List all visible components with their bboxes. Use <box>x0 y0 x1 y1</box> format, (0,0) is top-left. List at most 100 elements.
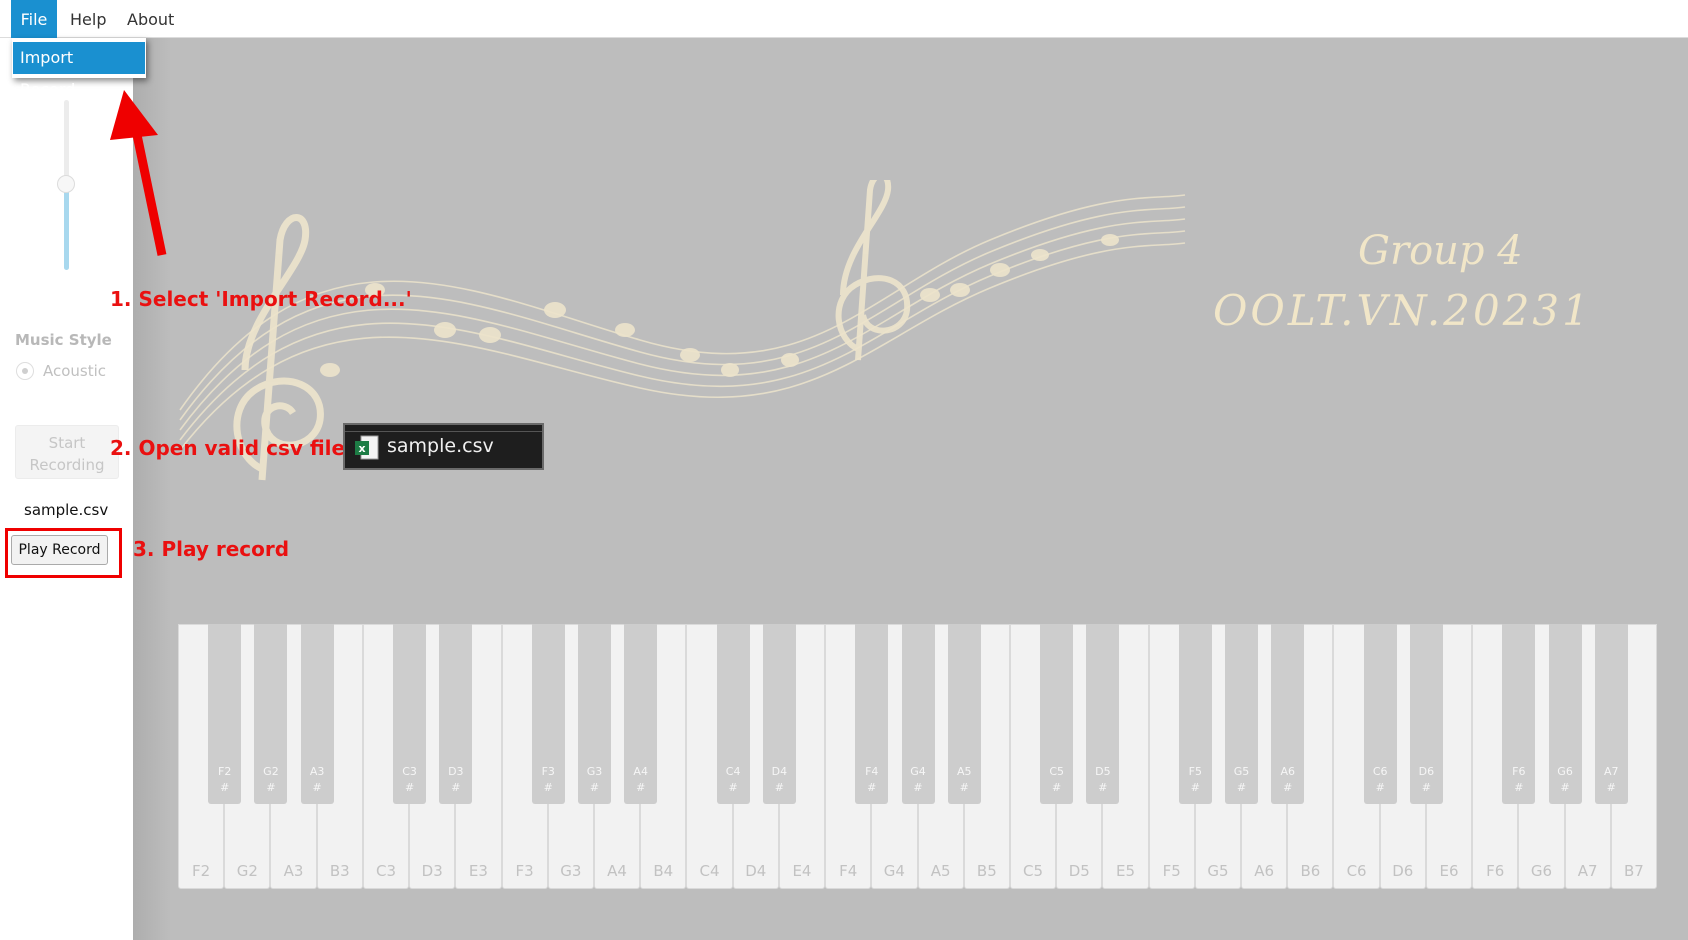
sharp-symbol: # <box>1283 781 1293 794</box>
black-key-label: D6 <box>1418 765 1435 778</box>
black-key[interactable]: D5 # <box>1086 624 1120 804</box>
black-key[interactable]: A3 # <box>300 624 334 804</box>
black-key[interactable]: G4 # <box>901 624 935 804</box>
white-key-label: A5 <box>930 862 951 880</box>
black-key-label: G2 <box>263 765 279 778</box>
black-key[interactable]: C4 # <box>716 624 750 804</box>
sharp-symbol: # <box>1052 781 1062 794</box>
black-key[interactable]: A4 # <box>624 624 658 804</box>
csv-tile-top-edge <box>345 425 542 432</box>
white-key-label: C6 <box>1346 862 1367 880</box>
sharp-symbol: # <box>774 781 784 794</box>
black-key-label: D3 <box>448 765 464 778</box>
sharp-symbol: # <box>220 781 230 794</box>
black-key[interactable]: C3 # <box>393 624 427 804</box>
black-key[interactable]: D6 # <box>1409 624 1443 804</box>
white-key-label: F2 <box>192 862 211 880</box>
menu-file[interactable]: File <box>11 0 57 38</box>
white-key-label: E6 <box>1439 862 1459 880</box>
black-key-label: G5 <box>1233 765 1250 778</box>
sharp-symbol: # <box>451 781 461 794</box>
white-key-label: B7 <box>1623 862 1644 880</box>
black-key-label: A6 <box>1280 765 1296 778</box>
black-key-label: F4 <box>865 765 879 778</box>
acoustic-radio-label: Acoustic <box>43 362 107 380</box>
sharp-symbol: # <box>867 781 877 794</box>
white-key-label: G2 <box>236 862 258 880</box>
start-recording-line2: Recording <box>29 456 105 474</box>
black-key[interactable]: F4 # <box>855 624 889 804</box>
black-key-label: D5 <box>1095 765 1111 778</box>
white-key-label: F5 <box>1162 862 1181 880</box>
white-key-label: G3 <box>560 862 582 880</box>
white-key-label: D3 <box>421 862 443 880</box>
sharp-symbol: # <box>266 781 276 794</box>
music-staff-artwork <box>179 180 1186 481</box>
black-key-label: C5 <box>1049 765 1064 778</box>
black-key-label: F3 <box>541 765 555 778</box>
sharp-symbol: # <box>1514 781 1524 794</box>
sharp-symbol: # <box>543 781 553 794</box>
black-key[interactable]: C6 # <box>1363 624 1397 804</box>
white-key-label: G6 <box>1530 862 1553 880</box>
file-dropdown-menu: Import Record... <box>12 38 146 99</box>
white-key-label: E3 <box>468 862 488 880</box>
black-key-label: A7 <box>1604 765 1619 778</box>
play-record-highlight <box>5 528 122 578</box>
white-key-label: A3 <box>283 862 304 880</box>
loaded-file-name: sample.csv <box>24 501 109 519</box>
white-key-label: E4 <box>792 862 812 880</box>
black-key[interactable]: D3 # <box>439 624 473 804</box>
sharp-symbol: # <box>589 781 600 794</box>
white-key-label: C3 <box>375 862 396 880</box>
black-key[interactable]: A7 # <box>1594 624 1628 804</box>
black-key[interactable]: A6 # <box>1271 624 1305 804</box>
sharp-symbol: # <box>312 781 322 794</box>
csv-file-tile[interactable]: x sample.csv <box>343 423 544 470</box>
import-record-menu-item[interactable]: Import Record... <box>13 42 145 99</box>
black-key[interactable]: F6 # <box>1502 624 1536 804</box>
black-key[interactable]: G3 # <box>577 624 611 804</box>
white-key-label: C4 <box>699 862 720 880</box>
white-key-label: F4 <box>839 862 858 880</box>
black-key[interactable]: F5 # <box>1178 624 1212 804</box>
sharp-symbol: # <box>404 781 415 794</box>
start-recording-button[interactable]: Start Recording <box>15 425 119 479</box>
white-key-label: B3 <box>329 862 350 880</box>
sharp-symbol: # <box>913 781 923 794</box>
white-key-label: F3 <box>515 862 534 880</box>
black-key-label: C3 <box>402 765 417 778</box>
black-key[interactable]: F3 # <box>531 624 565 804</box>
white-key-label: B4 <box>653 862 674 880</box>
black-key[interactable]: D4 # <box>762 624 796 804</box>
sharp-symbol: # <box>1190 781 1200 794</box>
black-key[interactable]: G6 # <box>1548 624 1582 804</box>
black-key-label: F6 <box>1512 765 1526 778</box>
acoustic-radio[interactable] <box>16 362 34 380</box>
black-key-label: F2 <box>218 765 232 778</box>
black-key[interactable]: C5 # <box>1040 624 1074 804</box>
white-key-label: D4 <box>745 862 767 880</box>
title-course: OOLT.VN.20231 <box>1213 286 1592 335</box>
black-key-label: F5 <box>1188 765 1202 778</box>
music-style-label: Music Style <box>15 331 112 349</box>
black-key[interactable]: G2 # <box>254 624 288 804</box>
black-key-label: C6 <box>1372 765 1388 778</box>
sharp-symbol: # <box>1236 781 1247 794</box>
white-key-label: E5 <box>1115 862 1135 880</box>
black-key[interactable]: A5 # <box>947 624 981 804</box>
menu-about[interactable]: About <box>127 0 174 38</box>
black-key[interactable]: G5 # <box>1225 624 1259 804</box>
piano-keyboard: F2 G2 A3 B3 C3 D3 E3 F3 G3 A4 B4 C4 D4 E4 F4 G4 A5 B5 C5 D5… <box>178 624 1657 889</box>
black-key[interactable]: F2 # <box>208 624 242 804</box>
sharp-symbol: # <box>1098 781 1108 794</box>
radio-dot <box>22 368 28 374</box>
volume-slider-thumb[interactable] <box>57 175 75 193</box>
white-key-label: C5 <box>1023 862 1044 880</box>
menu-help[interactable]: Help <box>70 0 106 38</box>
svg-text:x: x <box>358 442 365 455</box>
white-key-label: A7 <box>1577 862 1598 880</box>
black-key-label: G6 <box>1557 765 1573 778</box>
sharp-symbol: # <box>1375 781 1385 794</box>
sharp-symbol: # <box>1421 781 1432 794</box>
